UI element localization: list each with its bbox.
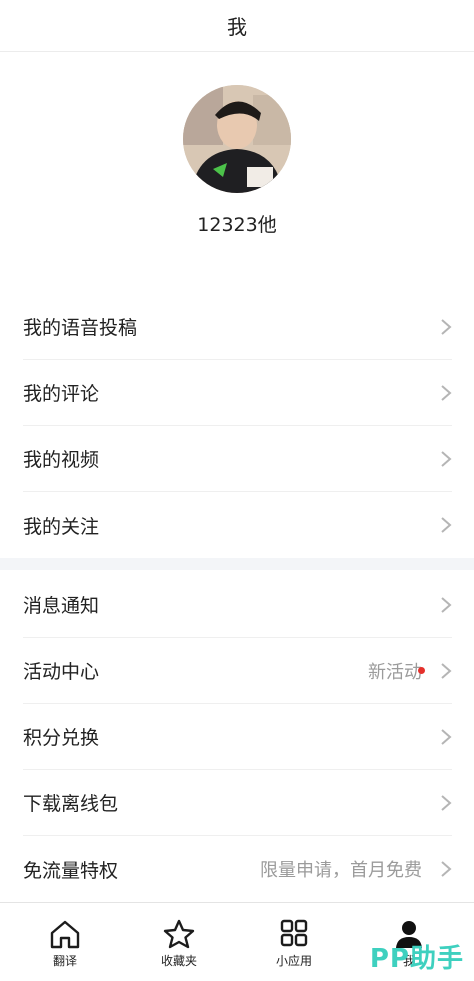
- home-icon: [50, 920, 80, 949]
- chevron-right-icon: [441, 384, 452, 401]
- profile-section: 12323他: [0, 52, 474, 292]
- menu-item-label: 消息通知: [23, 595, 100, 617]
- chevron-right-icon: [441, 794, 452, 811]
- menu-item-comments[interactable]: 我的评论: [23, 360, 452, 426]
- menu-item-videos[interactable]: 我的视频: [23, 426, 452, 492]
- tab-label: 翻译: [52, 954, 77, 968]
- menu-item-notifications[interactable]: 消息通知: [23, 572, 452, 638]
- menu-section-1: 我的语音投稿 我的评论 我的视频 我的关注: [0, 294, 474, 558]
- menu-item-label: 我的视频: [23, 449, 100, 471]
- section-divider: [0, 558, 474, 570]
- menu-item-activity-center[interactable]: 活动中心 新活动: [23, 638, 452, 704]
- free-data-hint: 限量申请，首月免费: [260, 860, 422, 881]
- menu-item-label: 我的语音投稿: [23, 317, 138, 339]
- menu-item-following[interactable]: 我的关注: [23, 492, 452, 558]
- chevron-right-icon: [441, 728, 452, 745]
- page-header: 我: [0, 0, 474, 52]
- menu-section-2: 消息通知 活动中心 新活动 积分兑换 下载离线包 免流量特权 限量申请，首月免费: [0, 572, 474, 902]
- menu-item-points-exchange[interactable]: 积分兑换: [23, 704, 452, 770]
- chevron-right-icon: [441, 318, 452, 335]
- tab-mini-apps[interactable]: 小应用: [235, 903, 353, 981]
- watermark-logo: PP助手: [369, 944, 464, 974]
- chevron-right-icon: [441, 861, 452, 877]
- chevron-right-icon: [441, 596, 452, 613]
- menu-item-label: 我的关注: [23, 515, 100, 538]
- chevron-right-icon: [441, 517, 452, 533]
- new-activity-hint: 新活动: [368, 661, 422, 683]
- menu-item-offline-package[interactable]: 下载离线包: [23, 770, 452, 836]
- menu-item-voice-submissions[interactable]: 我的语音投稿: [23, 294, 452, 360]
- grid-icon: [280, 919, 308, 947]
- menu-item-label: 我的评论: [23, 383, 100, 405]
- username: 12323他: [197, 214, 277, 236]
- menu-item-label: 积分兑换: [23, 727, 100, 749]
- menu-item-label: 下载离线包: [23, 793, 119, 815]
- avatar[interactable]: [183, 85, 291, 193]
- star-icon: [163, 919, 195, 949]
- tab-translate[interactable]: 翻译: [6, 903, 124, 981]
- tab-label: 收藏夹: [160, 954, 197, 968]
- tab-label: 小应用: [275, 954, 312, 968]
- page-title: 我: [227, 15, 247, 39]
- notification-dot: [418, 667, 425, 674]
- menu-item-label: 活动中心: [23, 661, 100, 683]
- menu-item-free-data[interactable]: 免流量特权 限量申请，首月免费: [23, 836, 452, 902]
- chevron-right-icon: [441, 450, 452, 467]
- menu-item-label: 免流量特权: [23, 859, 119, 882]
- tab-favorites[interactable]: 收藏夹: [120, 903, 238, 981]
- chevron-right-icon: [441, 662, 452, 679]
